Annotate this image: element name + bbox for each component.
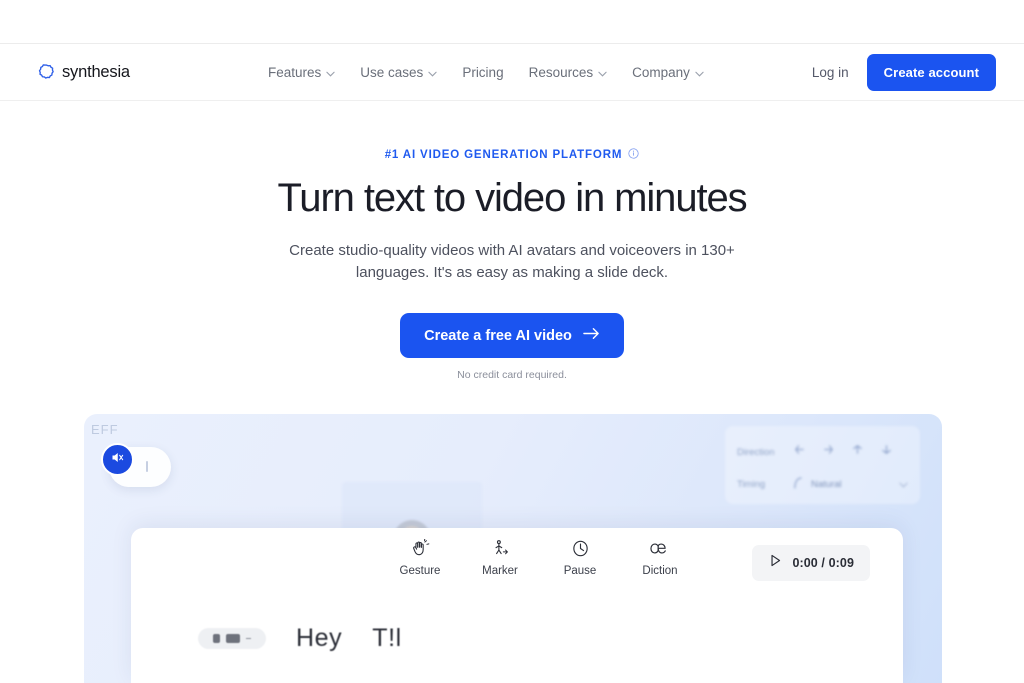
chevron-down-icon	[428, 65, 437, 80]
chip-glyph-tail	[246, 637, 251, 640]
nav-item-resources[interactable]: Resources	[529, 65, 608, 80]
hero-eyebrow-text: #1 AI VIDEO GENERATION PLATFORM	[384, 149, 623, 161]
timing-row: Timing Natural	[737, 468, 908, 500]
site-header: synthesia Features Use cases Pricing Res…	[0, 44, 1024, 101]
primary-navigation: Features Use cases Pricing Resources Com…	[268, 65, 704, 80]
script-editor-card: Gesture Marker Pause Diction 0:00 / 0:09…	[131, 528, 903, 683]
ae-ligature-icon	[648, 538, 672, 559]
synthesia-landing-page: synthesia Features Use cases Pricing Res…	[0, 0, 1024, 683]
curve-icon	[793, 476, 804, 492]
chip-glyph-right	[226, 634, 240, 643]
hero-cta-wrap: Create a free AI video	[0, 313, 1024, 359]
header-actions: Log in Create account	[812, 53, 996, 91]
chevron-down-icon	[695, 65, 704, 80]
browser-blank-strip	[0, 0, 1024, 44]
tool-diction[interactable]: Diction	[633, 538, 687, 577]
script-word-1: Hey	[296, 624, 343, 652]
arrow-up-icon[interactable]	[851, 443, 864, 461]
chevron-down-icon	[598, 65, 607, 80]
arrow-left-icon[interactable]	[793, 443, 806, 461]
tool-pause[interactable]: Pause	[553, 538, 607, 577]
script-line: Hey T!l	[198, 624, 402, 653]
mute-pill-divider	[146, 461, 148, 472]
synthesia-gear-logo-icon	[38, 63, 55, 81]
cta-label: Create a free AI video	[424, 327, 572, 344]
effects-panel-label: EFF	[91, 422, 119, 437]
clock-icon	[571, 538, 590, 559]
direction-row: Direction	[737, 436, 908, 468]
nav-item-company[interactable]: Company	[632, 65, 704, 80]
create-account-button[interactable]: Create account	[866, 53, 996, 91]
hero-subtitle: Create studio-quality videos with AI ava…	[289, 241, 735, 281]
hero-eyebrow-badge[interactable]: #1 AI VIDEO GENERATION PLATFORM	[385, 148, 640, 162]
timing-label: Timing	[737, 478, 766, 490]
nav-label: Resources	[528, 64, 594, 80]
nav-label: Features	[268, 64, 322, 80]
chip-glyph-left	[213, 634, 220, 643]
tool-gesture[interactable]: Gesture	[393, 538, 447, 577]
nav-item-use-cases[interactable]: Use cases	[360, 65, 437, 80]
hero-section: #1 AI VIDEO GENERATION PLATFORM Turn tex…	[0, 101, 1024, 381]
brand-logo-link[interactable]: synthesia	[38, 63, 130, 82]
player-time-control[interactable]: 0:00 / 0:09	[752, 545, 870, 581]
timing-value: Natural	[811, 478, 842, 490]
speaker-muted-icon	[110, 450, 125, 470]
create-free-ai-video-button[interactable]: Create a free AI video	[400, 313, 624, 359]
chevron-down-icon	[326, 65, 335, 80]
direction-icon-group	[793, 443, 893, 461]
tool-marker[interactable]: Marker	[473, 538, 527, 577]
tool-label: Diction	[642, 565, 678, 577]
login-link[interactable]: Log in	[812, 65, 849, 80]
nav-item-pricing[interactable]: Pricing	[462, 65, 503, 80]
nav-label: Use cases	[360, 64, 424, 80]
tool-label: Pause	[563, 565, 597, 577]
animation-settings-panel: Direction Timing Natural	[725, 426, 920, 504]
editor-toolbar: Gesture Marker Pause Diction	[393, 538, 687, 577]
play-triangle-icon[interactable]	[768, 553, 783, 573]
mute-button[interactable]	[101, 443, 134, 476]
no-credit-card-note: No credit card required.	[457, 369, 567, 382]
hand-gesture-icon	[411, 538, 430, 559]
avatar-chip-icon[interactable]	[198, 628, 266, 649]
page-title: Turn text to video in minutes	[277, 176, 747, 220]
tool-label: Marker	[482, 565, 518, 577]
nav-label: Company	[632, 64, 690, 80]
player-timestamp: 0:00 / 0:09	[792, 556, 854, 570]
info-circle-icon[interactable]	[628, 148, 639, 162]
timing-select[interactable]: Natural	[793, 476, 842, 492]
arrow-down-icon[interactable]	[880, 443, 893, 461]
script-word-2: T!l	[372, 624, 402, 652]
brand-name: synthesia	[62, 62, 130, 81]
chevron-down-icon[interactable]	[899, 475, 908, 493]
nav-item-features[interactable]: Features	[268, 65, 335, 80]
arrow-right-icon[interactable]	[822, 443, 835, 461]
nav-label: Pricing	[462, 64, 504, 80]
arrow-right-icon	[583, 327, 600, 344]
direction-label: Direction	[737, 446, 775, 458]
marker-person-icon	[491, 538, 510, 559]
tool-label: Gesture	[399, 565, 441, 577]
